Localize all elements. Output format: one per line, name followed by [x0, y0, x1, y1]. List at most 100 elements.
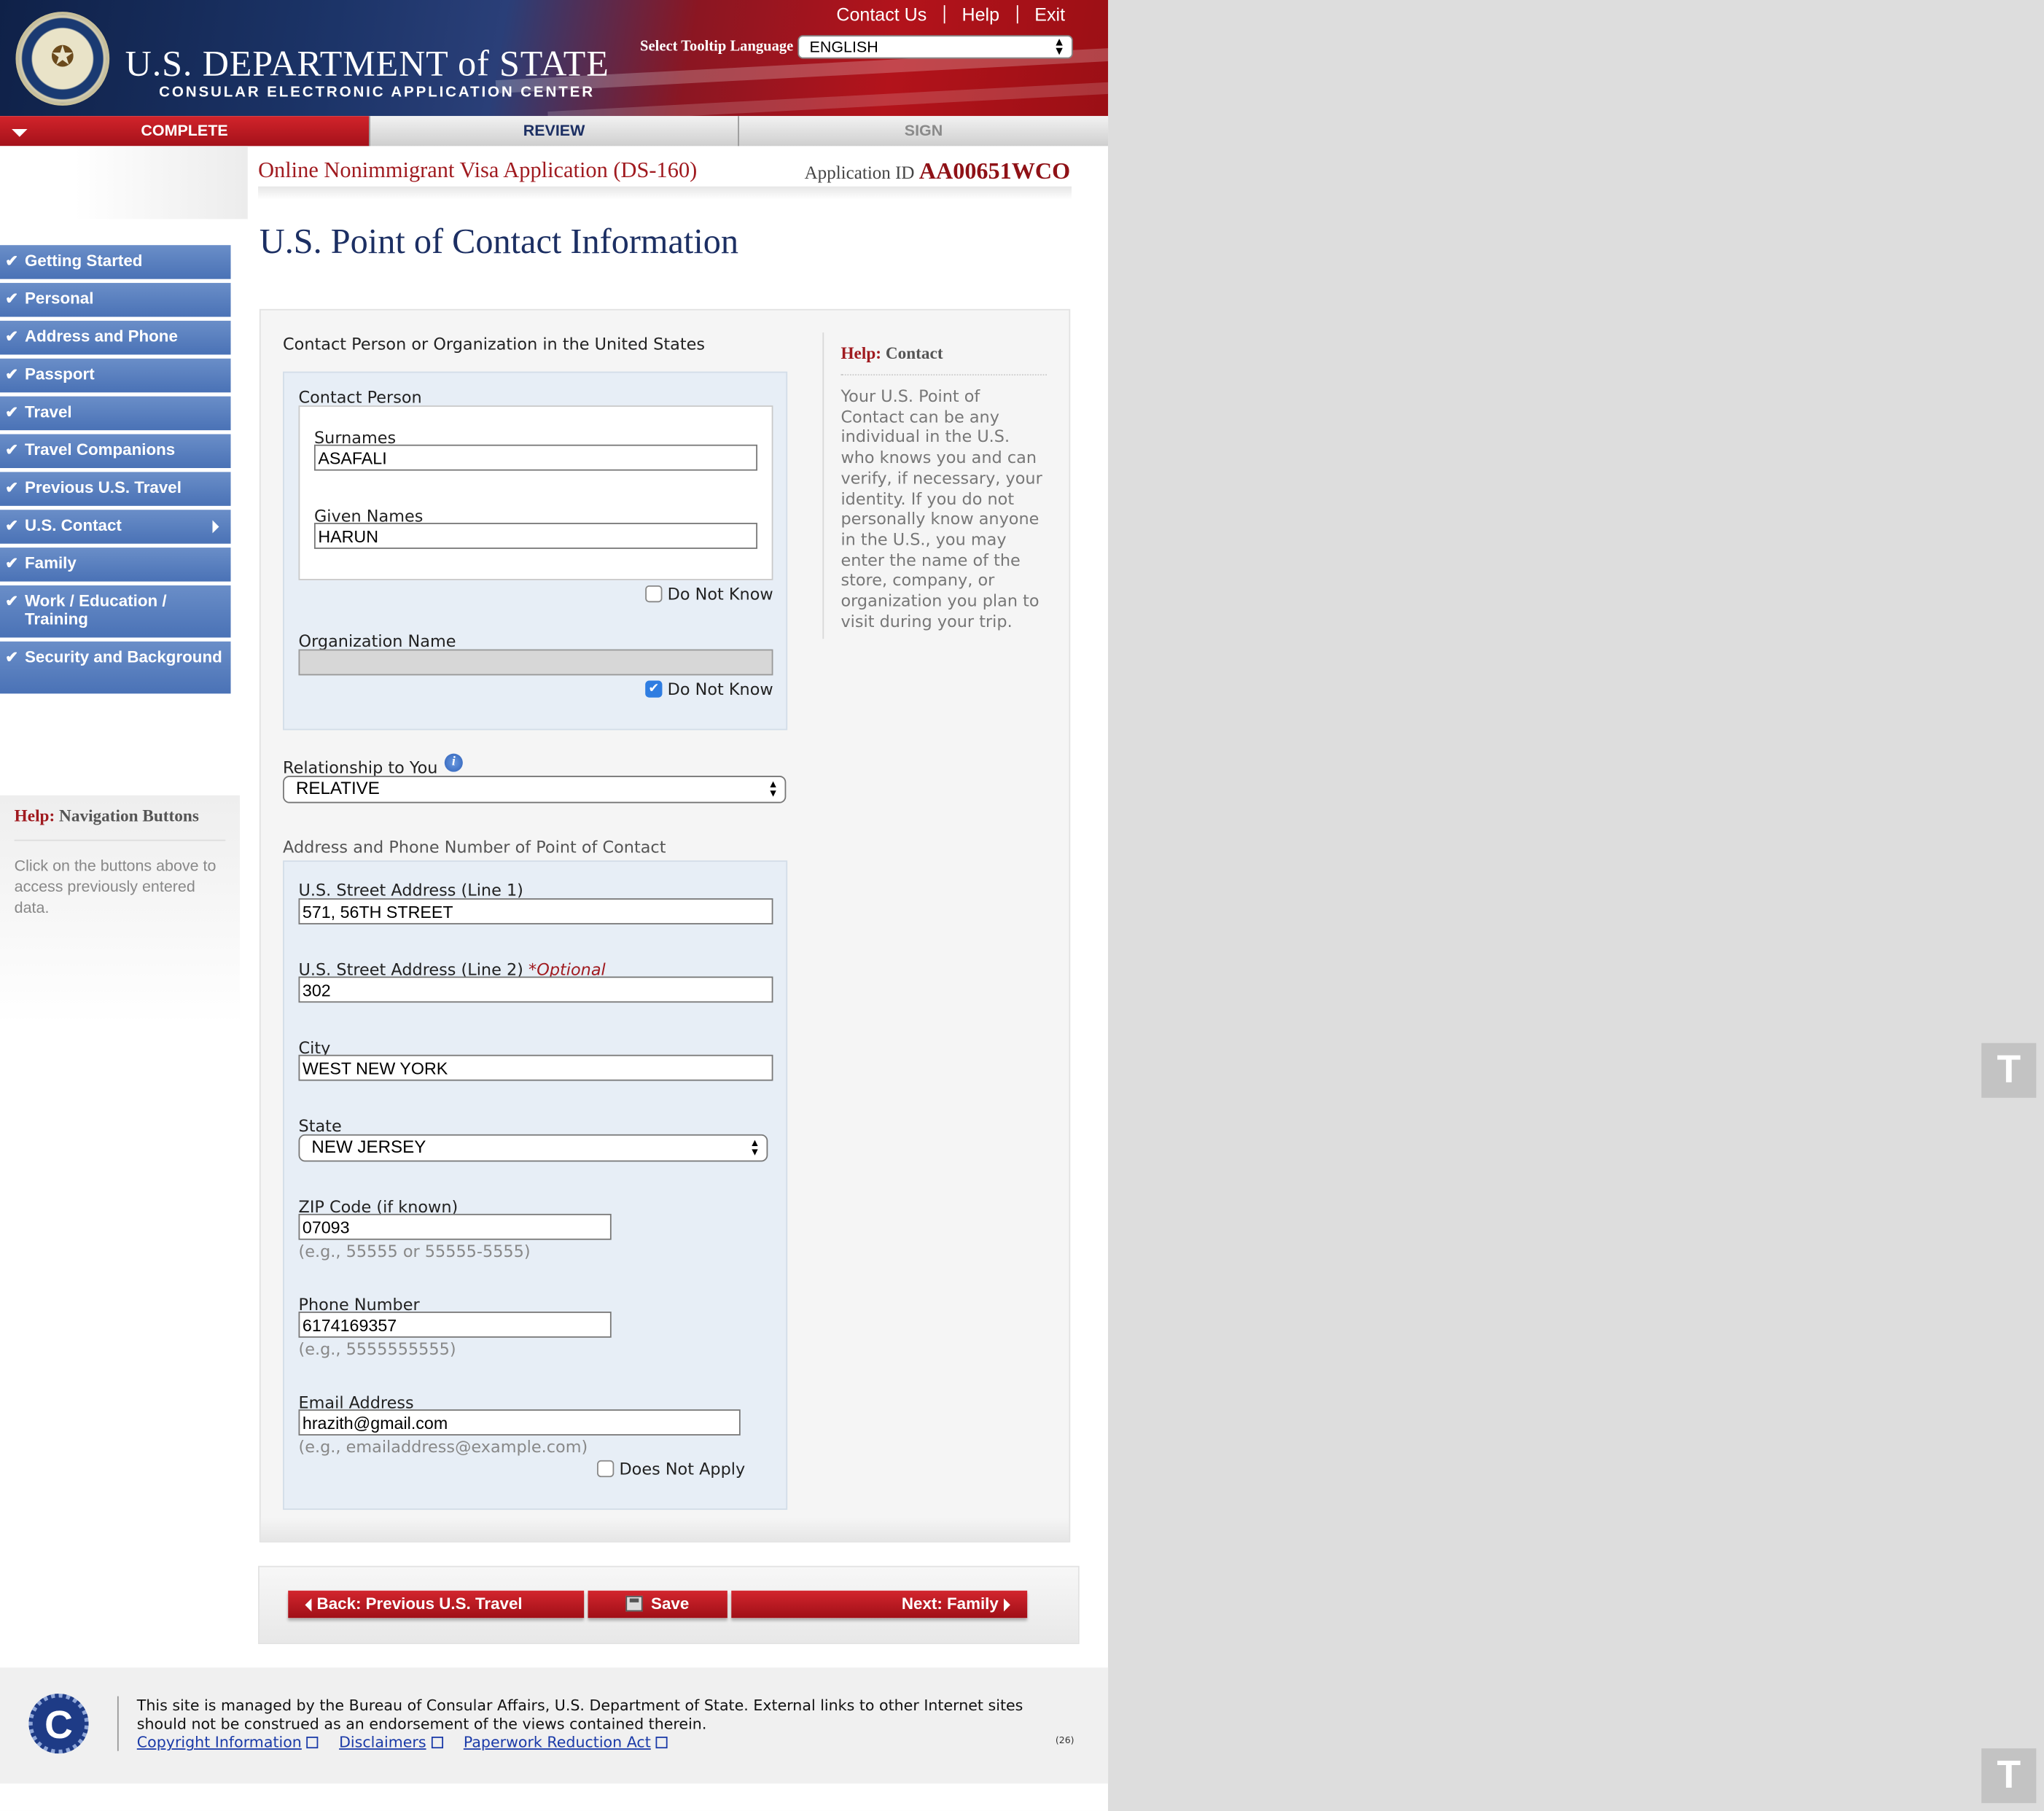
navigation-help-text: Click on the buttons above to access pre…: [14, 856, 217, 917]
footer-links: Copyright Information Disclaimers Paperw…: [137, 1733, 684, 1751]
sidebar-item-label: Travel: [24, 402, 72, 421]
city-input[interactable]: [298, 1054, 773, 1081]
top-links: Contact Us Help Exit: [819, 4, 1082, 25]
check-icon: ✔: [5, 365, 19, 383]
paperwork-reduction-act-link[interactable]: Paperwork Reduction Act: [464, 1733, 651, 1751]
sidebar-item-label: U.S. Contact: [24, 516, 122, 535]
page: ✪ U.S. DEPARTMENT of STATE CONSULAR ELEC…: [0, 0, 1109, 1811]
department-title: U.S. DEPARTMENT of STATE: [125, 44, 609, 85]
help-title: Navigation Buttons: [59, 806, 199, 825]
sidebar-item-address-and-phone[interactable]: ✔ Address and Phone: [0, 320, 231, 355]
sidebar-shade: [0, 146, 248, 219]
street1-label: U.S. Street Address (Line 1): [298, 880, 523, 900]
phone-hint: (e.g., 5555555555): [298, 1339, 456, 1359]
check-icon: ✔: [5, 478, 19, 497]
floppy-disk-icon: [626, 1595, 644, 1612]
email-does-not-apply-label: Does Not Apply: [619, 1459, 746, 1479]
next-button-label: Next: Family: [901, 1594, 999, 1613]
given-names-input[interactable]: [313, 523, 758, 549]
check-icon: ✔: [5, 554, 19, 573]
zip-hint: (e.g., 55555 or 55555-5555): [298, 1241, 531, 1261]
footer-divider: [117, 1696, 119, 1751]
state-select[interactable]: NEW JERSEY ▲ ▼: [298, 1134, 768, 1162]
caret-right-icon: [212, 520, 219, 534]
help-prefix: Help:: [14, 806, 55, 825]
sidebar-item-passport[interactable]: ✔ Passport: [0, 358, 231, 393]
help-link[interactable]: Help: [945, 4, 1016, 25]
email-hint: (e.g., emailaddress@example.com): [298, 1436, 588, 1457]
organization-name-label: Organization Name: [298, 631, 456, 651]
step-review[interactable]: REVIEW: [369, 116, 738, 147]
sidebar-item-label: Address and Phone: [24, 327, 178, 346]
surnames-input[interactable]: [313, 444, 758, 471]
state-label: State: [298, 1115, 342, 1136]
sidebar-item-us-contact[interactable]: ✔ U.S. Contact: [0, 510, 231, 544]
help-title: Contact: [885, 343, 943, 363]
organization-do-not-know-label: Do Not Know: [667, 679, 773, 699]
page-code: (26): [1055, 1735, 1074, 1746]
text-tool-icon[interactable]: T: [1981, 1043, 2037, 1098]
sidebar-item-getting-started[interactable]: ✔ Getting Started: [0, 245, 231, 279]
step-review-label: REVIEW: [523, 121, 585, 140]
contact-section-label: Contact Person or Organization in the Un…: [283, 333, 705, 354]
step-complete[interactable]: COMPLETE: [0, 116, 370, 147]
check-icon: ✔: [5, 591, 19, 610]
relationship-select[interactable]: RELATIVE ▲ ▼: [283, 776, 787, 803]
sidebar-item-travel[interactable]: ✔ Travel: [0, 396, 231, 431]
caret-down-icon: [12, 129, 28, 137]
sidebar-item-work-education-training[interactable]: ✔ Work / Education / Training: [0, 585, 231, 638]
save-button[interactable]: Save: [588, 1590, 728, 1619]
title-divider: [258, 186, 1072, 200]
eagle-icon: ✪: [50, 42, 75, 74]
step-sign-label: SIGN: [904, 121, 943, 140]
external-link-icon: [307, 1737, 319, 1749]
sidebar-item-label: Getting Started: [24, 252, 143, 270]
street1-input[interactable]: [298, 898, 773, 924]
sidebar-item-family[interactable]: ✔ Family: [0, 548, 231, 582]
street2-input[interactable]: [298, 976, 773, 1003]
sidebar-item-personal[interactable]: ✔ Personal: [0, 283, 231, 317]
save-button-label: Save: [651, 1594, 690, 1613]
external-link-icon: [655, 1737, 668, 1749]
arrow-right-icon: [1003, 1598, 1010, 1612]
contact-help-title: Help: Contact: [840, 343, 1048, 376]
application-id: Application ID AA00651WCO: [805, 157, 1071, 185]
sidebar-item-security-and-background[interactable]: ✔ Security and Background: [0, 641, 231, 694]
info-icon[interactable]: i: [444, 753, 463, 772]
select-arrows-icon: ▲ ▼: [768, 778, 779, 800]
contact-do-not-know-label: Do Not Know: [667, 584, 773, 604]
check-icon: ✔: [5, 289, 19, 308]
back-button-label: Back: Previous U.S. Travel: [316, 1594, 523, 1613]
email-input[interactable]: [298, 1409, 741, 1436]
sidebar-nav: ✔ Getting Started ✔ Personal ✔ Address and …: [0, 245, 231, 698]
back-button[interactable]: Back: Previous U.S. Travel: [288, 1590, 585, 1619]
organization-do-not-know-checkbox[interactable]: ✔: [645, 680, 663, 698]
sidebar-item-previous-us-travel[interactable]: ✔ Previous U.S. Travel: [0, 472, 231, 506]
text-tool-icon[interactable]: T: [1981, 1748, 2037, 1804]
tooltip-language-value: ENGLISH: [809, 37, 878, 56]
email-does-not-apply-checkbox[interactable]: [597, 1460, 615, 1478]
disclaimers-link[interactable]: Disclaimers: [339, 1733, 426, 1751]
navigation-button-bar: Back: Previous U.S. Travel Save Next: Fa…: [258, 1565, 1080, 1645]
sidebar-item-label: Travel Companions: [24, 440, 176, 459]
site-footer: C This site is managed by the Bureau of …: [0, 1667, 1109, 1784]
sidebar-item-label: Security and Background: [24, 647, 222, 666]
copyright-link[interactable]: Copyright Information: [137, 1733, 302, 1751]
next-button[interactable]: Next: Family: [731, 1590, 1028, 1619]
contact-us-link[interactable]: Contact Us: [819, 4, 943, 25]
organization-name-input[interactable]: [298, 649, 773, 676]
tooltip-language-select[interactable]: ENGLISH ▲ ▼: [797, 35, 1073, 59]
select-arrows-icon: ▲ ▼: [749, 1137, 760, 1158]
navigation-help-panel: Help: Navigation Buttons Click on the bu…: [0, 795, 241, 1121]
site-header: ✪ U.S. DEPARTMENT of STATE CONSULAR ELEC…: [0, 0, 1109, 117]
exit-link[interactable]: Exit: [1018, 4, 1082, 25]
zip-input[interactable]: [298, 1213, 612, 1240]
page-title: U.S. Point of Contact Information: [259, 222, 739, 261]
check-icon: ✔: [5, 402, 19, 421]
phone-input[interactable]: [298, 1312, 612, 1338]
contact-do-not-know-checkbox[interactable]: [645, 585, 663, 603]
sidebar-item-travel-companions[interactable]: ✔ Travel Companions: [0, 434, 231, 468]
contact-help-panel: Help: Contact Your U.S. Point of Contact…: [822, 332, 1048, 639]
help-prefix: Help:: [840, 343, 882, 363]
department-seal-icon: ✪: [15, 12, 110, 106]
